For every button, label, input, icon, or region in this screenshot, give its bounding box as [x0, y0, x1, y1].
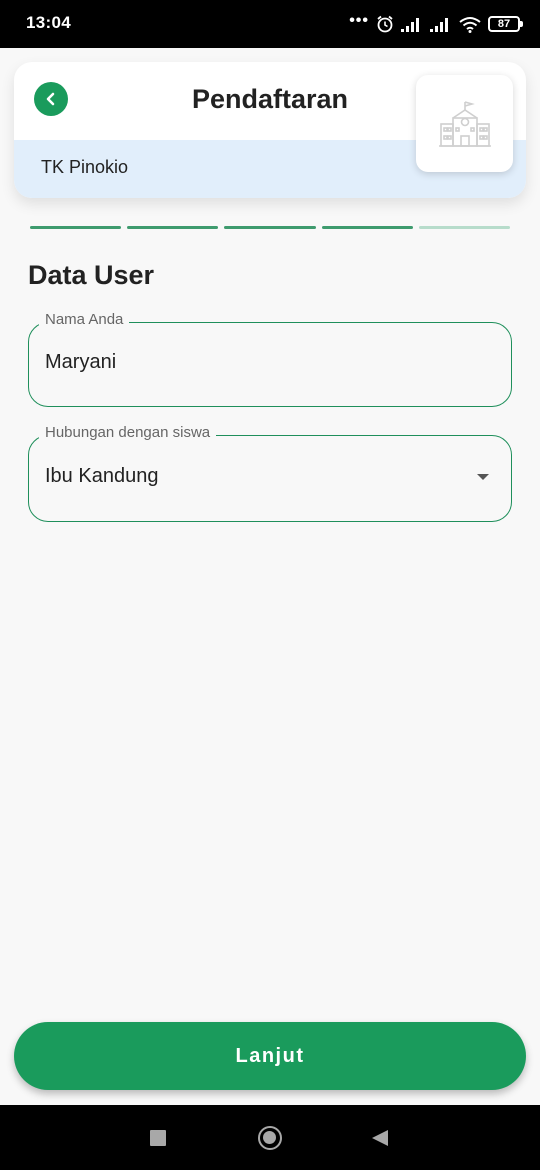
battery-icon: 87: [488, 16, 523, 32]
step-progress: [30, 226, 511, 229]
relation-dropdown[interactable]: Hubungan dengan siswa Ibu Kandung: [28, 424, 512, 522]
status-time: 13:04: [26, 13, 71, 32]
progress-step: [418, 226, 511, 229]
dots-icon: •••: [349, 12, 369, 29]
status-bar: 13:04 ••• 87: [0, 0, 540, 48]
status-icons: ••• 87: [349, 12, 523, 36]
section-title: Data User: [28, 260, 155, 290]
signal-icon: [430, 18, 448, 32]
progress-step: [224, 226, 316, 229]
home-icon[interactable]: [258, 1126, 282, 1150]
progress-step: [321, 226, 413, 229]
battery-level: 87: [497, 18, 511, 30]
wifi-icon: [459, 16, 481, 33]
signal-icon: [401, 18, 419, 32]
name-field-value[interactable]: Maryani: [45, 351, 116, 374]
caret-down-icon: [477, 474, 489, 480]
alarm-icon: [377, 15, 393, 33]
progress-step: [30, 226, 122, 229]
progress-step: [127, 226, 219, 229]
name-field-label: Nama Anda: [39, 311, 130, 328]
school-name: TK Pinokio: [41, 157, 129, 177]
school-logo: [416, 75, 513, 172]
relation-dropdown-value: Ibu Kandung: [45, 465, 159, 487]
navigation-bar: [0, 1105, 540, 1170]
name-field[interactable]: Nama Anda Maryani: [28, 311, 512, 407]
next-button[interactable]: Lanjut: [14, 1022, 526, 1090]
recents-icon[interactable]: [150, 1130, 166, 1146]
relation-dropdown-label: Hubungan dengan siswa: [39, 424, 217, 441]
back-triangle-icon[interactable]: [372, 1130, 388, 1146]
school-building-icon: [438, 100, 491, 147]
